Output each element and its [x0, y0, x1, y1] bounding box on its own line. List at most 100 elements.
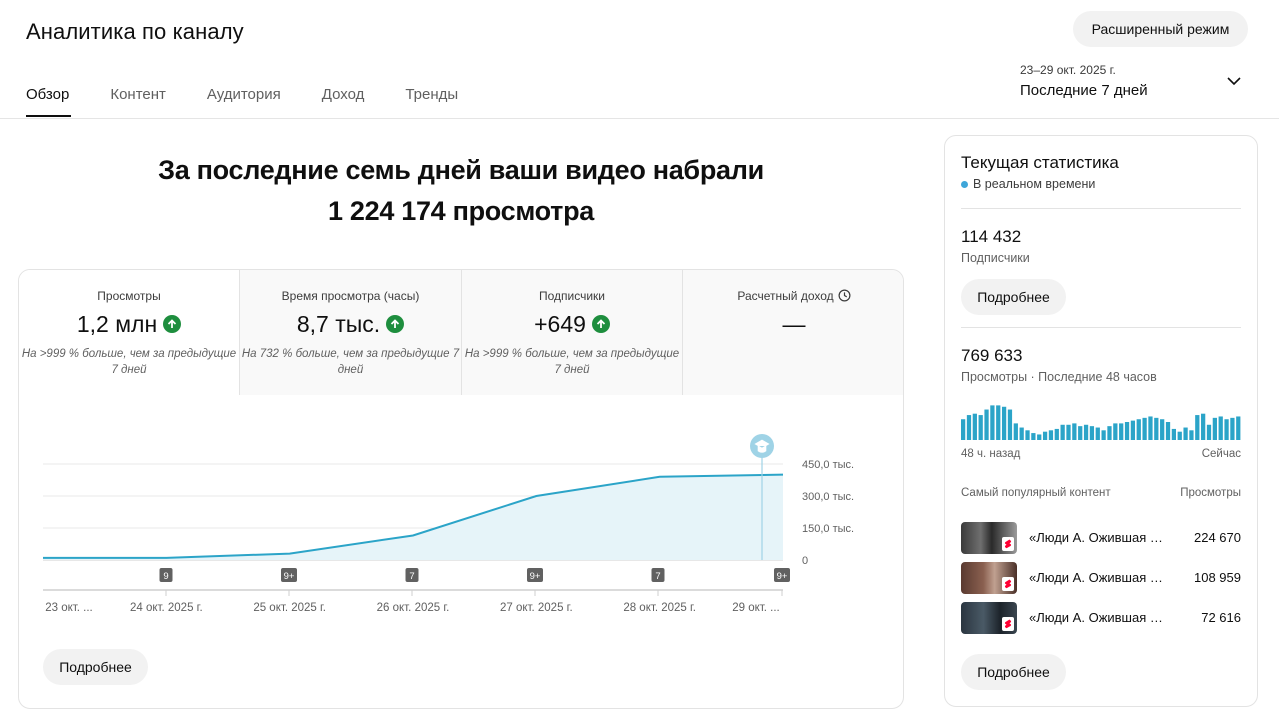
tab-overview[interactable]: Обзор: [26, 86, 72, 118]
x-tick-label: 24 окт. 2025 г.: [130, 602, 203, 614]
hourly-bar: [1025, 430, 1030, 440]
realtime-more-button[interactable]: Подробнее: [961, 654, 1066, 690]
hourly-bar: [1124, 422, 1130, 440]
divider: [961, 327, 1241, 328]
upload-marker-label: 9+: [284, 571, 295, 582]
series-area: [43, 474, 783, 560]
hourly-bar: [1013, 423, 1018, 440]
top-content-row[interactable]: «Люди А. Ожившая история» 108 959: [961, 562, 1241, 594]
hourly-bar: [1072, 423, 1077, 440]
video-views: 72 616: [1201, 610, 1241, 625]
video-thumbnail: [961, 562, 1017, 594]
hourly-bar: [1107, 426, 1112, 440]
hourly-bar: [1048, 430, 1054, 440]
upload-marker-label: 9+: [777, 571, 788, 582]
hourly-bar: [1101, 430, 1106, 440]
x-tick-label: 23 окт. ...: [45, 602, 93, 614]
top-content-header: Самый популярный контент: [961, 487, 1111, 499]
hourly-bar: [1224, 419, 1229, 440]
bars-axis-end: Сейчас: [1201, 448, 1241, 460]
subscribers-label: Подписчики: [961, 251, 1030, 265]
tab-trends[interactable]: Тренды: [405, 86, 458, 118]
hourly-bar: [1230, 417, 1235, 440]
hourly-bar: [990, 405, 995, 440]
hourly-views-chart: [961, 405, 1241, 440]
hourly-bar: [1183, 427, 1188, 440]
hourly-bar: [1160, 419, 1165, 440]
x-tick-label: 29 окт. ...: [732, 602, 780, 614]
shorts-icon: [1002, 537, 1014, 551]
x-tick-label: 28 окт. 2025 г.: [623, 602, 696, 614]
y-tick-label: 450,0 тыс.: [802, 459, 854, 471]
hourly-bar: [1066, 424, 1071, 440]
hourly-bar: [996, 405, 1001, 440]
hourly-bar: [1154, 417, 1159, 440]
upload-marker-label: 9+: [530, 571, 541, 582]
hourly-bar: [1042, 431, 1048, 440]
divider: [961, 208, 1241, 209]
advanced-mode-button[interactable]: Расширенный режим: [1073, 11, 1248, 47]
tab-content[interactable]: Контент: [110, 86, 166, 118]
subscribers-value: 114 432: [961, 227, 1022, 246]
hourly-bar: [1236, 416, 1241, 440]
x-tick-label: 25 окт. 2025 г.: [253, 602, 326, 614]
date-range-text: 23–29 окт. 2025 г.: [1020, 63, 1116, 77]
top-content-row[interactable]: «Люди А. Ожившая история» 224 670: [961, 522, 1241, 554]
y-tick-label: 0: [802, 555, 808, 567]
tab-bar: Обзор Контент Аудитория Доход Тренды: [26, 86, 499, 118]
bars-axis-start: 48 ч. назад: [961, 448, 1021, 460]
hourly-bar: [1078, 426, 1083, 440]
hourly-bar: [1148, 416, 1153, 440]
hourly-bar: [1060, 424, 1065, 440]
hourly-bar: [961, 419, 966, 440]
views-chart: 0 150,0 тыс. 300,0 тыс. 450,0 тыс. 9 9+ 7 9+ 7 9+…: [43, 434, 854, 614]
live-label: В реальном времени: [973, 177, 1096, 191]
hourly-bar: [1177, 431, 1182, 440]
top-content-metric: Просмотры: [1180, 487, 1241, 499]
date-range-label: Последние 7 дней: [1020, 82, 1148, 99]
tab-revenue[interactable]: Доход: [322, 86, 365, 118]
hourly-bar: [1019, 427, 1024, 440]
hourly-bar: [1083, 424, 1089, 440]
video-views: 224 670: [1194, 530, 1241, 545]
upload-marker-label: 9: [163, 571, 168, 582]
hourly-bar: [966, 415, 972, 440]
hourly-bar: [1142, 417, 1147, 440]
header-divider: [0, 118, 1279, 119]
upload-marker-label: 7: [655, 571, 660, 582]
page-title: Аналитика по каналу: [26, 19, 244, 44]
views-label: Просмотры · Последние 48 часов: [961, 370, 1157, 384]
y-tick-label: 150,0 тыс.: [802, 523, 854, 535]
x-tick-label: 27 окт. 2025 г.: [500, 602, 573, 614]
subscribers-more-button[interactable]: Подробнее: [961, 279, 1066, 315]
live-dot-icon: [961, 180, 968, 188]
hourly-bar: [1007, 409, 1013, 440]
video-title: «Люди А. Ожившая история»: [1029, 610, 1169, 625]
video-thumbnail: [961, 522, 1017, 554]
hourly-bar: [1031, 433, 1036, 440]
hourly-bar: [1195, 415, 1200, 440]
chart-more-button[interactable]: Подробнее: [43, 649, 148, 685]
shorts-icon: [1002, 617, 1014, 631]
video-title: «Люди А. Ожившая история»: [1029, 530, 1169, 545]
tab-audience[interactable]: Аудитория: [207, 86, 281, 118]
hourly-bar: [1171, 428, 1177, 440]
hourly-bar: [1136, 419, 1141, 440]
top-content-row[interactable]: «Люди А. Ожившая история» 72 616: [961, 602, 1241, 634]
realtime-panel: Текущая статистика В реальном времени 11…: [944, 135, 1258, 707]
hourly-bar: [1001, 406, 1007, 440]
views-value: 769 633: [961, 346, 1023, 365]
live-indicator: В реальном времени: [961, 177, 1095, 191]
hourly-bar: [1095, 427, 1100, 440]
video-title: «Люди А. Ожившая история»: [1029, 570, 1169, 585]
hourly-bar: [1189, 430, 1194, 440]
hourly-bar: [1037, 434, 1042, 440]
hourly-bar: [1201, 413, 1206, 440]
date-range-selector[interactable]: 23–29 окт. 2025 г. Последние 7 дней: [1020, 63, 1245, 105]
overview-card: Просмотры 1,2 млн На >999 % больше, чем …: [18, 269, 904, 709]
realtime-title: Текущая статистика: [961, 153, 1119, 172]
hourly-bar: [1130, 420, 1136, 440]
video-views: 108 959: [1194, 570, 1241, 585]
video-thumbnail: [961, 602, 1017, 634]
hourly-bar: [1212, 417, 1217, 440]
